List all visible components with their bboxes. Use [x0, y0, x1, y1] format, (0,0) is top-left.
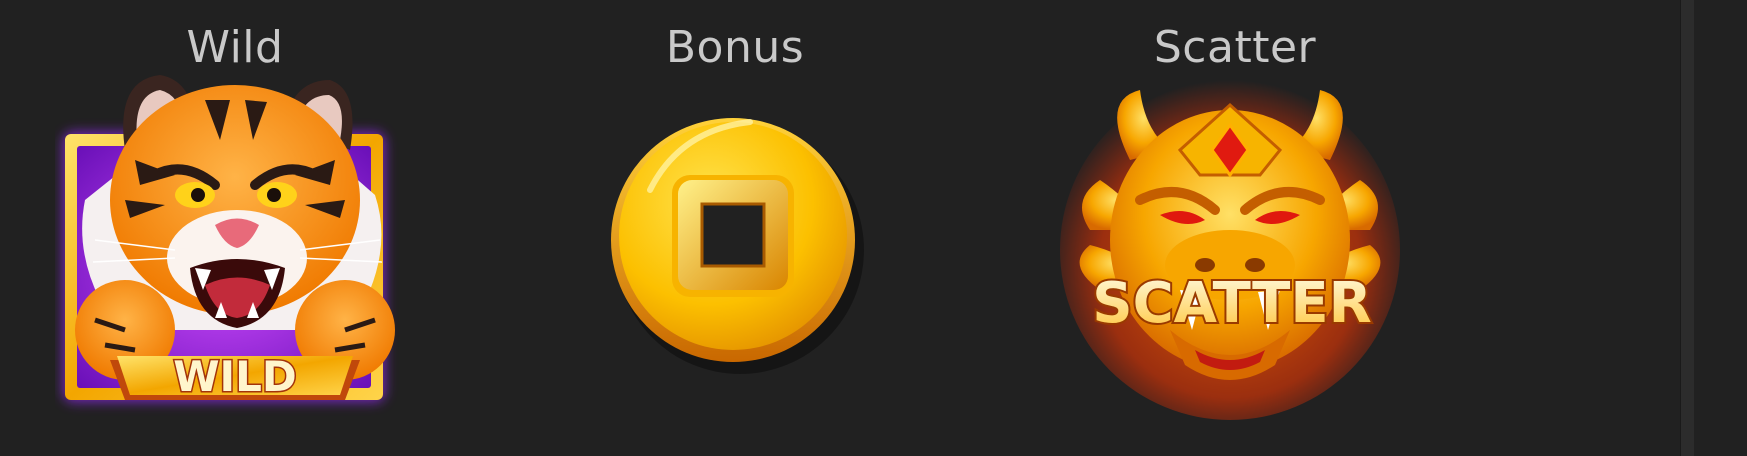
dragon-icon: SCATTER [1060, 80, 1400, 420]
scrollbar[interactable] [1680, 0, 1695, 456]
scatter-symbol-card: Scatter SCATTER [1060, 0, 1410, 456]
bonus-symbol-card: Bonus [590, 0, 880, 456]
scatter-badge-text: SCATTER [1092, 271, 1371, 336]
page-edge [1694, 0, 1747, 456]
wild-symbol-card: Wild WILD [55, 0, 415, 456]
gold-coin-icon [611, 118, 864, 374]
tiger-icon: WILD [63, 75, 395, 403]
paytable-panel: Wild WILD Bonus Scatter SCATTER [0, 0, 1747, 456]
wild-badge-text: WILD [173, 352, 297, 401]
